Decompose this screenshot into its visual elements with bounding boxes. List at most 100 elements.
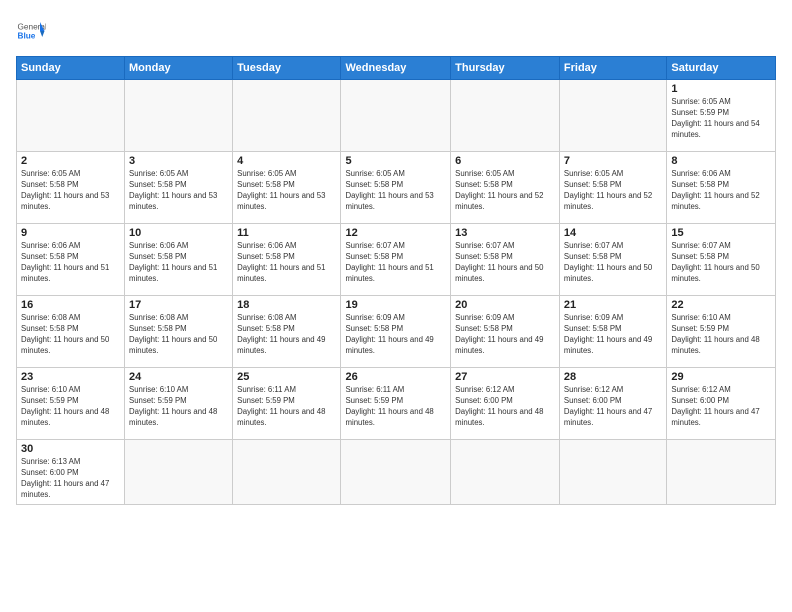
day-number: 2 [21,155,120,167]
calendar-cell: 29Sunrise: 6:12 AMSunset: 6:00 PMDayligh… [667,368,776,440]
day-info: Sunrise: 6:06 AMSunset: 5:58 PMDaylight:… [129,241,228,285]
day-info: Sunrise: 6:07 AMSunset: 5:58 PMDaylight:… [671,241,771,285]
calendar-cell: 26 Sunrise: 6:11 AMSunset: 5:59 PMDayligh… [341,368,451,440]
calendar-cell [559,80,666,152]
day-info: Sunrise: 6:06 AMSunset: 5:58 PMDaylight:… [671,169,771,213]
day-info: Sunrise: 6:11 AMSunset: 5:59 PMDaylight:… [237,385,336,429]
calendar-cell [233,80,341,152]
day-info: Sunrise: 6:13 AMSunset: 6:00 PMDaylight:… [21,457,120,501]
day-info: Sunrise: 6:12 AMSunset: 6:00 PMDaylight:… [564,385,662,429]
svg-text:Blue: Blue [18,32,36,41]
calendar-cell: 21 Sunrise: 6:09 AMSunset: 5:58 PMDayligh… [559,296,666,368]
calendar-cell: 10 Sunrise: 6:06 AMSunset: 5:58 PMDayligh… [125,224,233,296]
calendar-cell: 15 Sunrise: 6:07 AMSunset: 5:58 PMDayligh… [667,224,776,296]
day-number: 8 [671,155,771,167]
calendar-cell: 27 Sunrise: 6:12 AMSunset: 6:00 PMDayligh… [451,368,560,440]
calendar-cell: 13Sunrise: 6:07 AMSunset: 5:58 PMDayligh… [451,224,560,296]
day-info: Sunrise: 6:05 AMSunset: 5:58 PMDaylight:… [455,169,555,213]
day-number: 4 [237,155,336,167]
calendar-cell [559,440,666,505]
calendar-cell [341,80,451,152]
calendar-cell: 12Sunrise: 6:07 AMSunset: 5:58 PMDayligh… [341,224,451,296]
calendar-cell: 25 Sunrise: 6:11 AMSunset: 5:59 PMDayligh… [233,368,341,440]
day-info: Sunrise: 6:05 AMSunset: 5:58 PMDaylight:… [21,169,120,213]
calendar-cell: 2 Sunrise: 6:05 AMSunset: 5:58 PMDaylight… [17,152,125,224]
day-number: 13 [455,227,555,239]
day-info: Sunrise: 6:05 AMSunset: 5:58 PMDaylight:… [129,169,228,213]
day-number: 30 [21,443,120,455]
day-info: Sunrise: 6:09 AMSunset: 5:58 PMDaylight:… [345,313,446,357]
calendar-cell: 30 Sunrise: 6:13 AMSunset: 6:00 PMDayligh… [17,440,125,505]
day-header-saturday: Saturday [667,57,776,80]
day-number: 9 [21,227,120,239]
day-number: 15 [671,227,771,239]
day-number: 5 [345,155,446,167]
day-header-thursday: Thursday [451,57,560,80]
day-number: 17 [129,299,228,311]
day-number: 24 [129,371,228,383]
day-number: 10 [129,227,228,239]
day-number: 6 [455,155,555,167]
calendar-cell: 4 Sunrise: 6:05 AMSunset: 5:58 PMDaylight… [233,152,341,224]
calendar-cell: 1 Sunrise: 6:05 AMSunset: 5:59 PMDaylight… [667,80,776,152]
day-header-friday: Friday [559,57,666,80]
calendar-cell: 22Sunrise: 6:10 AMSunset: 5:59 PMDayligh… [667,296,776,368]
calendar: SundayMondayTuesdayWednesdayThursdayFrid… [16,56,776,505]
calendar-cell: 19 Sunrise: 6:09 AMSunset: 5:58 PMDayligh… [341,296,451,368]
calendar-cell: 5 Sunrise: 6:05 AMSunset: 5:58 PMDaylight… [341,152,451,224]
day-number: 23 [21,371,120,383]
day-number: 26 [345,371,446,383]
day-info: Sunrise: 6:08 AMSunset: 5:58 PMDaylight:… [129,313,228,357]
day-number: 1 [671,83,771,95]
day-number: 18 [237,299,336,311]
day-header-wednesday: Wednesday [341,57,451,80]
calendar-cell: 28 Sunrise: 6:12 AMSunset: 6:00 PMDayligh… [559,368,666,440]
calendar-cell: 23Sunrise: 6:10 AMSunset: 5:59 PMDayligh… [17,368,125,440]
day-info: Sunrise: 6:05 AMSunset: 5:58 PMDaylight:… [345,169,446,213]
day-number: 19 [345,299,446,311]
calendar-cell: 3Sunrise: 6:05 AMSunset: 5:58 PMDaylight… [125,152,233,224]
calendar-cell: 9Sunrise: 6:06 AMSunset: 5:58 PMDaylight… [17,224,125,296]
calendar-cell: 6 Sunrise: 6:05 AMSunset: 5:58 PMDaylight… [451,152,560,224]
day-info: Sunrise: 6:05 AMSunset: 5:58 PMDaylight:… [237,169,336,213]
calendar-cell: 24Sunrise: 6:10 AMSunset: 5:59 PMDayligh… [125,368,233,440]
calendar-cell [125,440,233,505]
day-info: Sunrise: 6:05 AMSunset: 5:59 PMDaylight:… [671,97,771,141]
calendar-cell [451,440,560,505]
day-header-tuesday: Tuesday [233,57,341,80]
day-info: Sunrise: 6:05 AMSunset: 5:58 PMDaylight:… [564,169,662,213]
day-info: Sunrise: 6:12 AMSunset: 6:00 PMDaylight:… [671,385,771,429]
day-info: Sunrise: 6:10 AMSunset: 5:59 PMDaylight:… [671,313,771,357]
day-info: Sunrise: 6:08 AMSunset: 5:58 PMDaylight:… [21,313,120,357]
calendar-cell [17,80,125,152]
calendar-cell: 11 Sunrise: 6:06 AMSunset: 5:58 PMDayligh… [233,224,341,296]
day-number: 11 [237,227,336,239]
calendar-cell: 20 Sunrise: 6:09 AMSunset: 5:58 PMDayligh… [451,296,560,368]
day-header-monday: Monday [125,57,233,80]
calendar-cell [125,80,233,152]
day-number: 14 [564,227,662,239]
day-number: 7 [564,155,662,167]
day-info: Sunrise: 6:07 AMSunset: 5:58 PMDaylight:… [345,241,446,285]
day-number: 25 [237,371,336,383]
calendar-cell: 8 Sunrise: 6:06 AMSunset: 5:58 PMDaylight… [667,152,776,224]
day-info: Sunrise: 6:08 AMSunset: 5:58 PMDaylight:… [237,313,336,357]
day-info: Sunrise: 6:09 AMSunset: 5:58 PMDaylight:… [564,313,662,357]
day-info: Sunrise: 6:12 AMSunset: 6:00 PMDaylight:… [455,385,555,429]
calendar-cell: 18 Sunrise: 6:08 AMSunset: 5:58 PMDayligh… [233,296,341,368]
day-number: 28 [564,371,662,383]
day-info: Sunrise: 6:11 AMSunset: 5:59 PMDaylight:… [345,385,446,429]
day-info: Sunrise: 6:06 AMSunset: 5:58 PMDaylight:… [237,241,336,285]
day-info: Sunrise: 6:07 AMSunset: 5:58 PMDaylight:… [564,241,662,285]
logo: General Blue [16,16,46,46]
calendar-cell: 14 Sunrise: 6:07 AMSunset: 5:58 PMDayligh… [559,224,666,296]
day-number: 27 [455,371,555,383]
day-header-sunday: Sunday [17,57,125,80]
day-info: Sunrise: 6:09 AMSunset: 5:58 PMDaylight:… [455,313,555,357]
day-number: 21 [564,299,662,311]
calendar-cell [451,80,560,152]
day-number: 20 [455,299,555,311]
day-number: 16 [21,299,120,311]
calendar-cell: 16 Sunrise: 6:08 AMSunset: 5:58 PMDayligh… [17,296,125,368]
calendar-cell [233,440,341,505]
